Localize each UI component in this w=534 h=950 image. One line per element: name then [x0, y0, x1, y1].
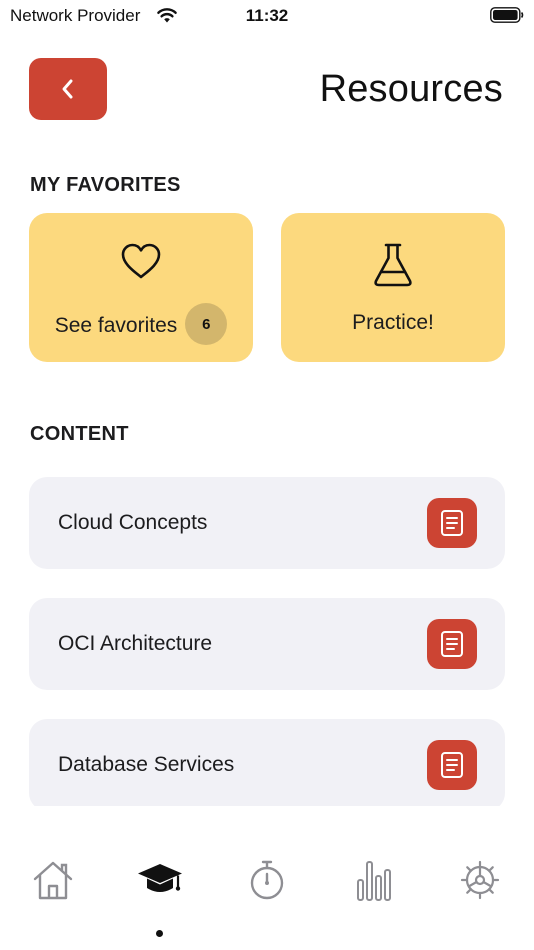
favorites-count-badge: 6: [185, 303, 228, 345]
tab-bar: [0, 836, 534, 950]
document-button[interactable]: [427, 498, 477, 548]
content-item-label: Database Services: [58, 753, 235, 776]
document-icon: [441, 631, 463, 657]
back-button[interactable]: [29, 58, 107, 120]
document-icon: [441, 752, 463, 778]
practice-card[interactable]: Practice!: [281, 213, 505, 362]
see-favorites-label: See favorites: [54, 314, 178, 337]
document-icon: [441, 510, 463, 536]
tab-timer[interactable]: [243, 856, 291, 904]
content-section-label: CONTENT: [30, 423, 129, 445]
content-item-oci-architecture[interactable]: OCI Architecture: [29, 598, 505, 690]
document-button[interactable]: [427, 740, 477, 790]
tab-settings[interactable]: [456, 856, 504, 904]
gear-icon: [460, 860, 500, 900]
practice-label: Practice!: [352, 311, 434, 334]
list-clip: [0, 806, 534, 836]
stopwatch-icon: [250, 860, 284, 900]
active-tab-indicator: [156, 930, 163, 937]
page-title: Resources: [319, 68, 503, 110]
content-item-cloud-concepts[interactable]: Cloud Concepts: [29, 477, 505, 569]
content-item-label: Cloud Concepts: [58, 511, 208, 534]
content-item-label: OCI Architecture: [58, 632, 213, 655]
battery-icon: [490, 7, 524, 23]
status-time: 11:32: [245, 6, 289, 25]
favorites-section-label: MY FAVORITES: [30, 174, 181, 196]
content-item-database-services[interactable]: Database Services: [29, 719, 505, 811]
chevron-left-icon: [62, 79, 73, 99]
tab-stats[interactable]: [350, 856, 398, 904]
flask-icon: [374, 243, 412, 287]
home-icon: [33, 861, 73, 900]
see-favorites-card[interactable]: See favorites 6: [29, 213, 253, 362]
tab-home[interactable]: [29, 856, 77, 904]
status-bar: Network Provider 11:32: [0, 0, 534, 32]
tab-learn[interactable]: [136, 856, 184, 904]
heart-icon: [121, 243, 161, 279]
document-button[interactable]: [427, 619, 477, 669]
bar-chart-icon: [357, 861, 391, 901]
graduation-cap-icon: [138, 864, 182, 892]
